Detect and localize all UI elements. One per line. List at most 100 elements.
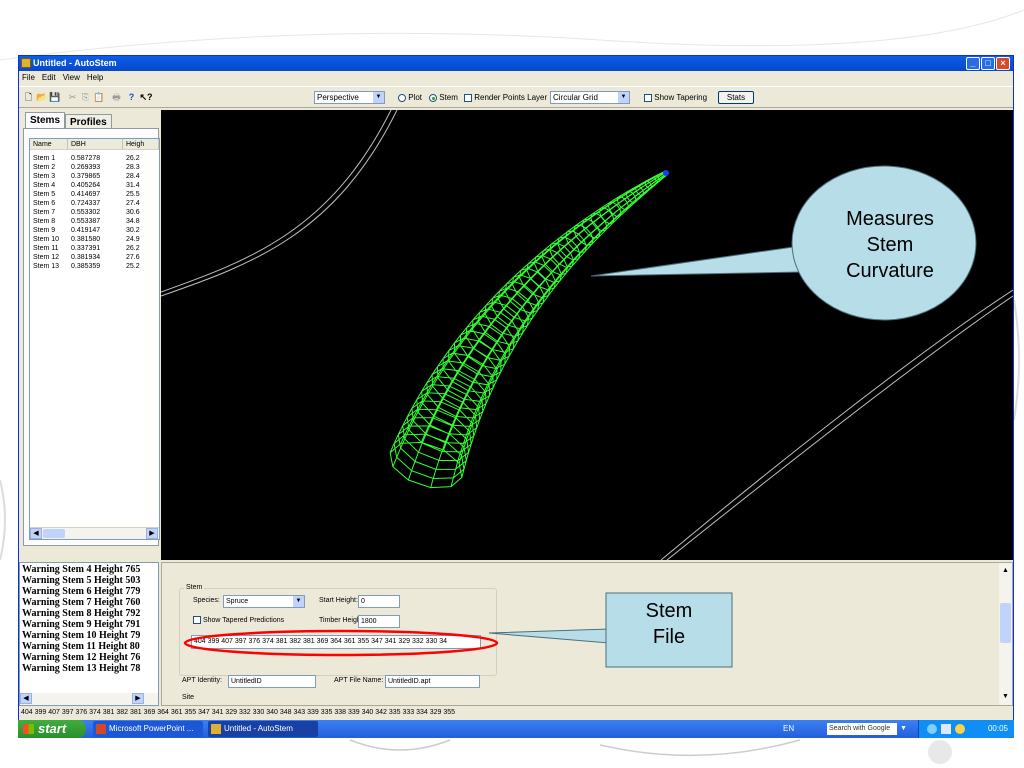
warning-log[interactable]: Warning Stem 4 Height 765 Warning Stem 5 …: [19, 562, 159, 706]
stem-name-cell: Stem 6: [33, 200, 56, 207]
start-height-input[interactable]: 0: [358, 595, 400, 608]
stems-list[interactable]: Name DBH Heigh Stem 1 0.587278 26.2 Stem 2 0…: [29, 138, 160, 540]
render-points-label: Render Points Layer: [474, 93, 548, 102]
plot-radio[interactable]: Plot: [398, 92, 422, 104]
column-header-dbh[interactable]: DBH: [68, 139, 123, 150]
scroll-thumb[interactable]: [43, 529, 65, 538]
warning-line: Warning Stem 10 Height 79: [22, 630, 141, 641]
maximize-button[interactable]: □: [981, 57, 995, 70]
task-autostem[interactable]: Untitled - AutoStem: [208, 721, 318, 737]
language-indicator[interactable]: EN: [783, 720, 794, 738]
stats-button[interactable]: Stats: [718, 91, 754, 104]
horizontal-scrollbar[interactable]: ◀ ▶: [30, 527, 159, 539]
menu-view[interactable]: View: [60, 72, 84, 82]
network-icon[interactable]: [927, 724, 937, 734]
scroll-right-icon[interactable]: ▶: [146, 528, 158, 539]
search-input[interactable]: Search with Google: [827, 723, 897, 735]
callout-line-1: Stem: [645, 600, 693, 622]
scroll-right-icon[interactable]: ▶: [132, 693, 144, 704]
menu-file[interactable]: File: [19, 72, 39, 82]
help-icon[interactable]: ?: [126, 92, 137, 103]
stem-dbh-cell: 0.553387: [71, 218, 101, 225]
task-autostem-label: Untitled - AutoStem: [224, 724, 293, 733]
render-points-checkbox[interactable]: Render Points Layer: [464, 92, 547, 104]
task-powerpoint-label: Microsoft PowerPoint ...: [109, 724, 194, 733]
scroll-left-icon[interactable]: ◀: [30, 528, 42, 539]
stem-dbh-cell: 0.724337: [71, 200, 101, 207]
view-mode-select[interactable]: Perspective ▼: [314, 91, 385, 104]
show-tapered-checkbox[interactable]: Show Tapered Predictions: [193, 616, 284, 626]
species-select[interactable]: Spruce ▼: [223, 595, 305, 608]
context-help-icon[interactable]: ↖?: [138, 92, 154, 103]
minimize-button[interactable]: _: [966, 57, 980, 70]
menu-edit[interactable]: Edit: [39, 72, 60, 82]
app-window: Untitled - AutoStem _ □ × File Edit View He…: [18, 55, 1014, 738]
close-button[interactable]: ×: [996, 57, 1010, 70]
scroll-thumb[interactable]: [1000, 603, 1011, 643]
volume-icon[interactable]: [941, 724, 951, 734]
menu-help[interactable]: Help: [84, 72, 107, 82]
column-header-name[interactable]: Name: [30, 139, 68, 150]
save-icon[interactable]: 💾: [49, 92, 60, 103]
radio-selected-icon: [429, 93, 437, 102]
checkbox-icon: [464, 93, 472, 102]
checkbox-icon: [193, 616, 201, 625]
stem-name-cell: Stem 2: [33, 164, 56, 171]
tab-profiles[interactable]: Profiles: [65, 114, 112, 128]
scroll-left-icon[interactable]: ◀: [20, 693, 32, 704]
show-tapered-label: Show Tapered Predictions: [202, 617, 285, 624]
copy-icon[interactable]: ⎘: [80, 92, 91, 103]
chevron-down-icon[interactable]: ▼: [1000, 691, 1011, 702]
site-group-title: Site: [182, 694, 195, 701]
print-icon[interactable]: 🖶: [111, 92, 122, 103]
warning-line: Warning Stem 6 Height 779: [22, 586, 141, 597]
stem-dbh-cell: 0.587278: [71, 155, 101, 162]
security-icon[interactable]: [955, 724, 965, 734]
species-value: Spruce: [226, 598, 249, 605]
curvature-callout-text: Measures Stem Curvature: [816, 206, 964, 284]
search-options-icon[interactable]: ▼: [900, 723, 910, 735]
callout-line-3: Curvature: [846, 260, 934, 282]
title-bar[interactable]: Untitled - AutoStem _ □ ×: [19, 56, 1013, 71]
column-header-height[interactable]: Heigh: [123, 139, 159, 150]
stem-name-cell: Stem 4: [33, 182, 56, 189]
log-horizontal-scrollbar[interactable]: ◀ ▶: [20, 693, 158, 705]
open-icon[interactable]: 📂: [36, 92, 47, 103]
stem-mesh: [389, 170, 668, 489]
tab-stems[interactable]: Stems: [25, 112, 66, 128]
properties-vertical-scrollbar[interactable]: ▲ ▼: [999, 563, 1012, 705]
stem-height-cell: 26.2: [126, 155, 140, 162]
stem-height-cell: 28.3: [126, 164, 140, 171]
taskbar: start Microsoft PowerPoint ... Untitled …: [18, 720, 1014, 738]
task-powerpoint[interactable]: Microsoft PowerPoint ...: [93, 721, 203, 737]
radio-icon: [398, 93, 406, 102]
show-tapering-checkbox[interactable]: Show Tapering: [644, 92, 707, 104]
stem-name-cell: Stem 1: [33, 155, 56, 162]
stem-dbh-cell: 0.405264: [71, 182, 101, 189]
stem-height-cell: 28.4: [126, 173, 140, 180]
chevron-up-icon[interactable]: ▲: [1000, 565, 1011, 576]
apt-file-name-input[interactable]: UntitledID.apt: [385, 675, 480, 688]
stem-radio-label: Stem: [439, 93, 458, 102]
stem-dbh-cell: 0.419147: [71, 227, 101, 234]
warning-line: Warning Stem 11 Height 80: [22, 641, 140, 652]
stem-height-cell: 26.2: [126, 245, 140, 252]
start-height-label: Start Height:: [319, 597, 358, 604]
windows-flag-icon: [23, 724, 34, 734]
grid-mode-select[interactable]: Circular Grid ▼: [550, 91, 630, 104]
grid-mode-value: Circular Grid: [553, 93, 598, 102]
start-button[interactable]: start: [18, 720, 86, 738]
stem-name-cell: Stem 9: [33, 227, 56, 234]
stem-tip-marker: [663, 170, 669, 176]
stem-dbh-cell: 0.337391: [71, 245, 101, 252]
paste-icon[interactable]: 📋: [93, 92, 104, 103]
callout-line-2: File: [652, 626, 686, 648]
callout-tail: [590, 246, 802, 277]
stem-height-cell: 24.9: [126, 236, 140, 243]
new-file-icon[interactable]: 🗋: [23, 92, 34, 103]
menu-bar: File Edit View Help: [19, 72, 107, 84]
apt-identity-input[interactable]: UntitledID: [228, 675, 316, 688]
stem-3d-view[interactable]: [161, 110, 1013, 560]
stem-radio[interactable]: Stem: [429, 92, 458, 104]
cut-icon[interactable]: ✂: [67, 92, 78, 103]
